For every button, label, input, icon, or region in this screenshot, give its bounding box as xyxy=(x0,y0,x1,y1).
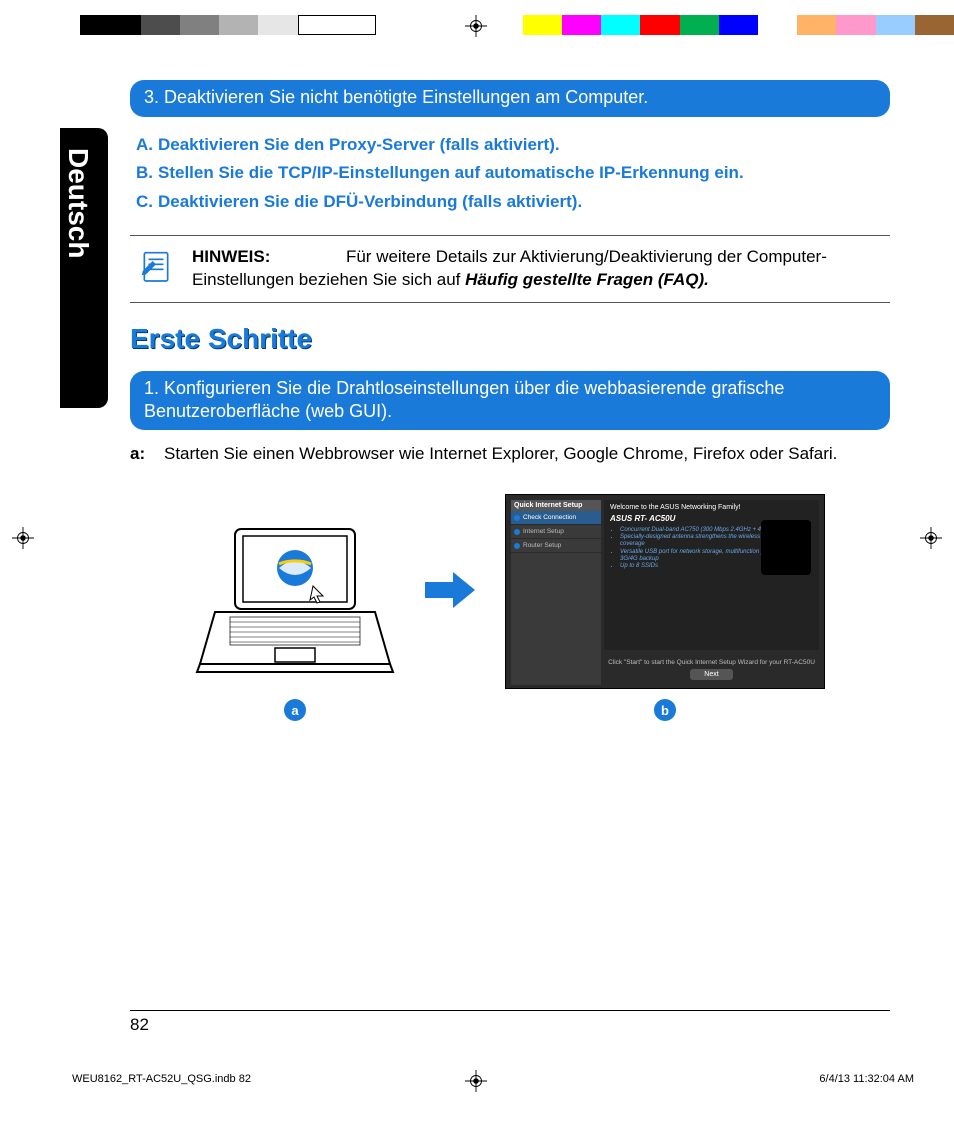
footer-filename: WEU8162_RT-AC52U_QSG.indb 82 xyxy=(72,1073,251,1085)
note-icon xyxy=(136,246,176,292)
router-side-item: Check Connection xyxy=(511,511,601,525)
registration-mark-icon xyxy=(920,527,942,549)
page-body: Deutsch 3. Deaktivieren Sie nicht benöti… xyxy=(60,80,890,1040)
router-device-icon xyxy=(761,520,811,575)
abc-item-c: C.Deaktivieren Sie die DFÜ-Verbindung (f… xyxy=(136,188,890,217)
router-side-item: Router Setup xyxy=(511,539,601,553)
router-gui-screenshot: Quick Internet Setup Check Connection In… xyxy=(505,494,825,689)
router-side-item: Internet Setup xyxy=(511,525,601,539)
language-label: Deutsch xyxy=(62,148,94,258)
step-1-text: 1. Konfigurieren Sie die Drahtloseinstel… xyxy=(144,378,784,421)
router-side-header: Quick Internet Setup xyxy=(511,500,601,511)
registration-mark-icon xyxy=(12,527,34,549)
illustration-a: a xyxy=(195,524,395,721)
step-3-pill: 3. Deaktivieren Sie nicht benötigte Eins… xyxy=(130,80,890,117)
abc-item-b: B.Stellen Sie die TCP/IP-Einstellungen a… xyxy=(136,159,890,188)
page-number: 82 xyxy=(130,1010,890,1035)
router-footer-line: Click "Start" to start the Quick Interne… xyxy=(604,659,819,666)
registration-mark-icon xyxy=(465,1070,487,1092)
abc-item-a: A.Deaktivieren Sie den Proxy-Server (fal… xyxy=(136,131,890,160)
illustration-row: a Quick Internet Setup Check Connection … xyxy=(130,494,890,721)
registration-mark-icon xyxy=(465,15,487,37)
illus-label-a: a xyxy=(284,699,306,721)
arrow-icon xyxy=(425,572,475,613)
footer-timestamp: 6/4/13 11:32:04 AM xyxy=(819,1073,914,1085)
illustration-b: Quick Internet Setup Check Connection In… xyxy=(505,494,825,721)
substep-a-label: a: xyxy=(130,444,154,464)
note-faq: Häufig gestellte Fragen (FAQ). xyxy=(465,270,709,289)
language-tab: Deutsch xyxy=(60,128,108,408)
step-1-pill: 1. Konfigurieren Sie die Drahtloseinstel… xyxy=(130,371,890,430)
router-next-button: Next xyxy=(690,669,732,680)
abc-list: A.Deaktivieren Sie den Proxy-Server (fal… xyxy=(136,131,890,218)
section-title: Erste Schritte xyxy=(130,323,890,355)
laptop-icon xyxy=(195,524,395,689)
router-welcome: Welcome to the ASUS Networking Family! xyxy=(610,504,813,511)
substep-a-text: Starten Sie einen Webbrowser wie Interne… xyxy=(164,444,837,464)
substep-a: a: Starten Sie einen Webbrowser wie Inte… xyxy=(130,444,890,464)
illus-label-b: b xyxy=(654,699,676,721)
note-text: HINWEIS: Für weitere Details zur Aktivie… xyxy=(192,246,884,292)
step-3-text: 3. Deaktivieren Sie nicht benötigte Eins… xyxy=(144,87,648,107)
note-box: HINWEIS: Für weitere Details zur Aktivie… xyxy=(130,235,890,303)
note-label: HINWEIS: xyxy=(192,247,270,266)
